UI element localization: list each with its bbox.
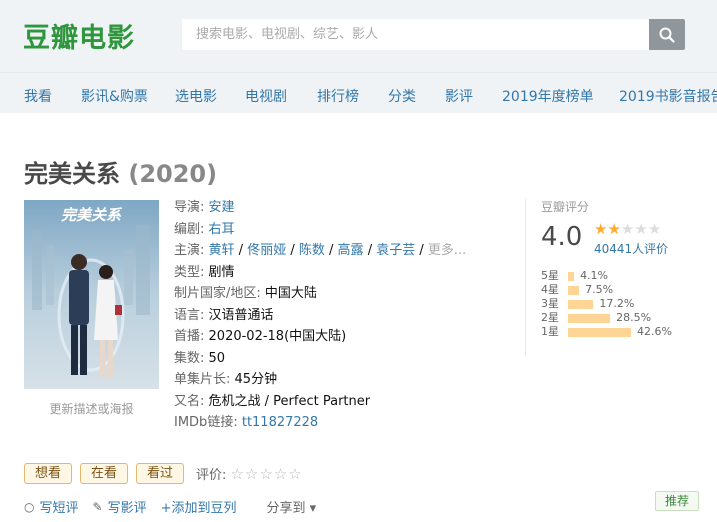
rating-score: 4.0 xyxy=(541,222,583,252)
rating-label: 豆瓣评分 xyxy=(541,200,590,214)
star-empty-icon: ★ xyxy=(634,220,648,238)
rating-bar-row: 4星 7.5% xyxy=(541,283,614,296)
rating-panel: 豆瓣评分 4.0 ★★★★★ 40441人评价 5星 4.1% 4星 7.5% … xyxy=(525,198,717,356)
rating-bar xyxy=(568,313,611,323)
info-country: 制片国家/地区: 中国大陆 xyxy=(174,286,317,301)
poster-title: 完美关系 xyxy=(61,206,123,224)
star-filled-icon: ★ xyxy=(594,220,608,238)
star-filled-icon: ★ xyxy=(607,220,621,238)
cast-link[interactable]: 佟丽娅 xyxy=(247,243,286,258)
nav-item-charts[interactable]: 排行榜 xyxy=(317,86,359,106)
rating-bar xyxy=(568,327,631,337)
watching-button[interactable]: 在看 xyxy=(80,463,129,484)
info-cast: 主演: 黄轩 / 佟丽娅 / 陈数 / 高露 / 袁子芸 / 更多... xyxy=(174,243,467,258)
cast-more-link[interactable]: 更多... xyxy=(428,243,466,258)
cast-link[interactable]: 黄轩 xyxy=(209,243,235,258)
rating-bar xyxy=(568,299,594,309)
rating-bar-row: 5星 4.1% xyxy=(541,269,609,282)
nav-item-tv[interactable]: 电视剧 xyxy=(245,86,287,106)
info-runtime: 单集片长: 45分钟 xyxy=(174,372,278,387)
nav-item-reviews[interactable]: 影评 xyxy=(445,86,473,106)
comment-icon: ○ xyxy=(24,499,35,514)
info-language: 语言: 汉语普通话 xyxy=(174,307,274,323)
cast-link[interactable]: 陈数 xyxy=(299,243,325,258)
poster-image[interactable]: 完美关系 xyxy=(24,200,159,389)
poster-update-link[interactable]: 更新描述或海报 xyxy=(24,400,159,417)
user-actions: 想看 在看 看过 评价: ☆☆☆☆☆ xyxy=(24,463,303,484)
rate-stars-input[interactable]: ☆☆☆☆☆ xyxy=(230,465,302,483)
rating-count-link[interactable]: 40441人评价 xyxy=(594,240,668,257)
share-dropdown[interactable]: 分享到 ▾ xyxy=(266,497,316,516)
nav-item-mine[interactable]: 我看 xyxy=(24,86,52,106)
movie-info: 导演: 安建 编剧: 右耳 主演: 黄轩 / 佟丽娅 / 陈数 / 高露 / 袁… xyxy=(174,197,474,434)
nav-item-annual-report[interactable]: 2019书影音报告 xyxy=(619,86,717,106)
nav-item-tickets[interactable]: 影讯&购票 xyxy=(81,86,148,106)
rating-bar-row: 1星 42.6% xyxy=(541,325,672,338)
recommend-button[interactable]: 推荐 xyxy=(655,491,699,511)
nav-item-explore[interactable]: 选电影 xyxy=(175,86,217,106)
star-empty-icon: ★ xyxy=(620,220,635,238)
add-to-doulist-link[interactable]: +添加到豆列 xyxy=(161,497,237,516)
title-year: (2020) xyxy=(128,160,218,188)
director-link[interactable]: 安建 xyxy=(209,200,235,215)
rating-bar-row: 2星 28.5% xyxy=(541,311,652,324)
page-title: 完美关系 (2020) xyxy=(24,154,217,189)
cast-link[interactable]: 高露 xyxy=(338,243,364,258)
info-imdb: IMDb链接: tt11827228 xyxy=(174,415,319,430)
info-premiere: 首播: 2020-02-18(中国大陆) xyxy=(174,329,347,344)
imdb-link[interactable]: tt11827228 xyxy=(242,415,318,430)
rate-label: 评价: xyxy=(196,468,227,483)
watched-button[interactable]: 看过 xyxy=(136,463,185,484)
poster-art: 完美关系 xyxy=(24,200,159,389)
rating-bar-row: 3星 17.2% xyxy=(541,297,635,310)
site-header: 豆瓣电影 我看 影讯&购票 选电影 电视剧 排行榜 分类 影评 2019年度榜单… xyxy=(0,0,717,113)
main-nav: 我看 影讯&购票 选电影 电视剧 排行榜 分类 影评 2019年度榜单 2019… xyxy=(0,72,717,113)
rating-stars: ★★★★★ xyxy=(594,220,661,238)
info-writer: 编剧: 右耳 xyxy=(174,221,235,237)
nav-item-categories[interactable]: 分类 xyxy=(388,86,416,106)
search-box xyxy=(182,19,649,50)
title-name: 完美关系 xyxy=(24,160,120,188)
search-icon xyxy=(659,27,675,43)
search-input[interactable] xyxy=(182,19,649,50)
rating-bar xyxy=(568,271,575,281)
want-to-watch-button[interactable]: 想看 xyxy=(24,463,73,484)
info-genre: 类型: 剧情 xyxy=(174,264,235,280)
star-empty-icon: ★ xyxy=(647,220,662,238)
info-director: 导演: 安建 xyxy=(174,200,235,215)
pencil-icon: ✎ xyxy=(92,499,103,514)
search-button[interactable] xyxy=(649,19,685,50)
info-aka: 又名: 危机之战 / Perfect Partner xyxy=(174,393,371,409)
rating-bar xyxy=(568,285,580,295)
site-logo[interactable]: 豆瓣电影 xyxy=(23,16,135,55)
writer-link[interactable]: 右耳 xyxy=(209,222,235,237)
info-episodes: 集数: 50 xyxy=(174,350,226,366)
cast-link[interactable]: 袁子芸 xyxy=(376,243,415,258)
secondary-links: ○ 写短评 ✎ 写影评 +添加到豆列 分享到 ▾ xyxy=(24,497,330,517)
write-short-review-link[interactable]: ○ 写短评 xyxy=(24,497,79,517)
write-review-link[interactable]: ✎ 写影评 xyxy=(92,497,147,517)
rating-breakdown: 5星 4.1% 4星 7.5% 3星 17.2% 2星 28.5% 1星 42.… xyxy=(541,269,672,339)
nav-item-annual-list[interactable]: 2019年度榜单 xyxy=(502,86,594,106)
